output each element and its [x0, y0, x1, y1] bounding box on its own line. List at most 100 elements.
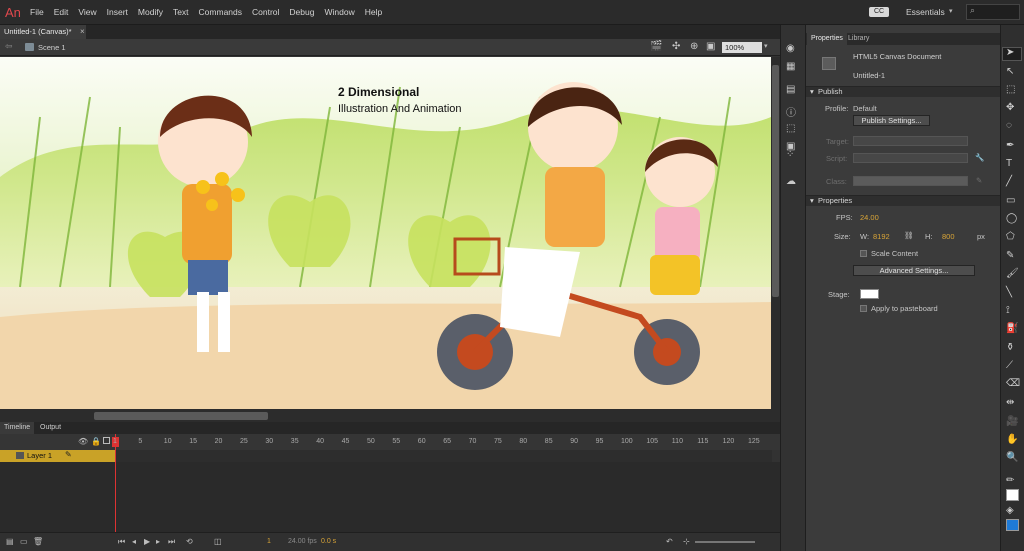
outline-icon[interactable] — [103, 437, 110, 444]
ruler-label[interactable]: 70 — [469, 438, 477, 445]
fill-color-swatch[interactable] — [1006, 519, 1019, 531]
stroke-color-icon[interactable]: ✏ — [1006, 475, 1014, 486]
paint-brush-tool-icon[interactable]: ╲ — [1006, 287, 1012, 298]
subselection-tool-icon[interactable]: ↖ — [1006, 66, 1014, 77]
scale-content-checkbox[interactable] — [860, 250, 867, 257]
zoom-tool-icon[interactable]: 🔍 — [1006, 452, 1018, 463]
clapper-icon[interactable]: 🎬 — [650, 41, 662, 52]
pen-tool-icon[interactable]: ✒ — [1006, 140, 1014, 151]
ruler-label[interactable]: 5 — [138, 438, 142, 445]
width-tool-icon[interactable]: ⇹ — [1006, 397, 1014, 408]
ruler-label[interactable]: 55 — [392, 438, 400, 445]
wrench-icon[interactable]: 🔧 — [975, 153, 984, 162]
scale-content-label[interactable]: Scale Content — [871, 249, 918, 258]
new-layer-icon[interactable]: ▤ — [6, 537, 14, 546]
edit-class-icon[interactable]: ✎ — [976, 176, 982, 185]
ruler-label[interactable]: 15 — [189, 438, 197, 445]
publish-header[interactable]: Publish — [818, 87, 843, 96]
cc-libraries-icon[interactable]: ☁ — [786, 176, 796, 187]
lock-icon[interactable]: 🔒 — [91, 437, 101, 446]
tab-output[interactable]: Output — [36, 422, 65, 434]
current-frame[interactable]: 1 — [267, 538, 271, 545]
eyedropper-tool-icon[interactable]: ⟋ — [1006, 360, 1013, 371]
ruler-label[interactable]: 95 — [596, 438, 604, 445]
ruler-label[interactable]: 65 — [443, 438, 451, 445]
tab-timeline[interactable]: Timeline — [0, 422, 35, 434]
ruler-label[interactable]: 120 — [723, 438, 735, 445]
tab-properties[interactable]: Properties — [807, 33, 847, 45]
oval-tool-icon[interactable]: ◯ — [1006, 213, 1017, 224]
ruler-label[interactable]: 1 — [113, 438, 117, 445]
symbol-icon[interactable]: ✣ — [672, 41, 680, 52]
onion-skin-icon[interactable]: ◫ — [214, 537, 222, 546]
play-icon[interactable]: ▶ — [144, 537, 150, 546]
center-stage-icon[interactable]: ⊕ — [690, 41, 698, 52]
3d-rotation-tool-icon[interactable]: ✥ — [1006, 102, 1014, 113]
chevron-down-icon[interactable]: ▾ — [810, 196, 814, 205]
undo-icon[interactable]: ↶ — [666, 537, 673, 546]
go-last-icon[interactable]: ⏭ — [168, 537, 175, 547]
close-icon[interactable]: × — [80, 27, 85, 36]
swatches-icon[interactable]: ⁘ — [786, 149, 794, 160]
lasso-tool-icon[interactable]: ◌ — [1006, 120, 1012, 131]
publish-settings-button[interactable]: Publish Settings... — [853, 115, 930, 126]
stage-title-text[interactable]: 2 Dimensional — [338, 85, 419, 99]
polystar-tool-icon[interactable]: ⬠ — [1006, 231, 1015, 242]
ruler-label[interactable]: 45 — [342, 438, 350, 445]
ruler-label[interactable]: 105 — [646, 438, 658, 445]
apply-pasteboard-label[interactable]: Apply to pasteboard — [871, 304, 938, 313]
properties-header[interactable]: Properties — [818, 196, 852, 205]
back-arrow-icon[interactable]: ⇦ — [5, 41, 13, 52]
chevron-down-icon[interactable]: ▾ — [949, 7, 953, 15]
menu-edit[interactable]: Edit — [54, 7, 69, 17]
new-folder-icon[interactable]: ▭ — [20, 537, 28, 546]
zoom-select[interactable]: 100% — [722, 42, 762, 53]
rectangle-tool-icon[interactable]: ▭ — [1006, 195, 1015, 206]
ruler-label[interactable]: 110 — [672, 438, 683, 445]
loop-icon[interactable]: ⟲ — [186, 537, 193, 546]
timeline-zoom-slider[interactable] — [695, 541, 755, 543]
fps-readout[interactable]: 24.00 fps — [288, 538, 317, 545]
paint-bucket-tool-icon[interactable]: ⛽ — [1006, 323, 1018, 334]
ruler-label[interactable]: 125 — [748, 438, 760, 445]
ruler-label[interactable]: 90 — [570, 438, 578, 445]
ruler-label[interactable]: 75 — [494, 438, 502, 445]
ruler-label[interactable]: 100 — [621, 438, 633, 445]
ruler-label[interactable]: 25 — [240, 438, 248, 445]
ruler-label[interactable]: 115 — [697, 438, 708, 445]
pencil-tool-icon[interactable]: ✎ — [1006, 250, 1014, 261]
eye-icon[interactable]: 👁 — [78, 437, 88, 446]
apply-pasteboard-checkbox[interactable] — [860, 305, 867, 312]
chevron-down-icon[interactable]: ▾ — [764, 42, 768, 50]
menu-help[interactable]: Help — [365, 7, 382, 17]
ruler-label[interactable]: 80 — [519, 438, 527, 445]
menu-commands[interactable]: Commands — [199, 7, 242, 17]
menu-text[interactable]: Text — [173, 7, 189, 17]
menu-insert[interactable]: Insert — [107, 7, 128, 17]
center-frame-icon[interactable]: ⊹ — [683, 537, 690, 546]
fps-value[interactable]: 24.00 — [860, 213, 879, 222]
chevron-down-icon[interactable]: ▾ — [810, 87, 814, 96]
target-select[interactable] — [853, 136, 968, 146]
layer-name[interactable]: Layer 1 — [27, 451, 52, 460]
width-value[interactable]: 8192 — [873, 232, 890, 241]
class-field[interactable] — [853, 176, 968, 186]
advanced-settings-button[interactable]: Advanced Settings... — [853, 265, 975, 276]
menu-debug[interactable]: Debug — [289, 7, 314, 17]
hand-tool-icon[interactable]: ✋ — [1006, 434, 1018, 445]
align-icon[interactable]: ▤ — [786, 84, 795, 95]
tab-library[interactable]: Library — [848, 35, 869, 42]
clip-content-icon[interactable]: ▣ — [706, 41, 715, 52]
go-first-icon[interactable]: ⏮ — [118, 537, 125, 547]
ruler-label[interactable]: 30 — [265, 438, 273, 445]
selection-tool-icon[interactable]: ➤ — [1006, 47, 1014, 58]
bone-tool-icon[interactable]: ⟟ — [1006, 305, 1010, 316]
brush-tool-icon[interactable]: 🖌 — [1006, 268, 1019, 279]
ink-bottle-tool-icon[interactable]: ⚱ — [1006, 342, 1014, 353]
grid-icon[interactable]: ▦ — [786, 61, 795, 72]
menu-file[interactable]: File — [30, 7, 44, 17]
ruler-label[interactable]: 20 — [215, 438, 223, 445]
line-tool-icon[interactable]: ╱ — [1006, 176, 1012, 187]
step-back-icon[interactable]: ◂ — [132, 537, 136, 546]
vertical-scroll-thumb[interactable] — [772, 65, 779, 297]
